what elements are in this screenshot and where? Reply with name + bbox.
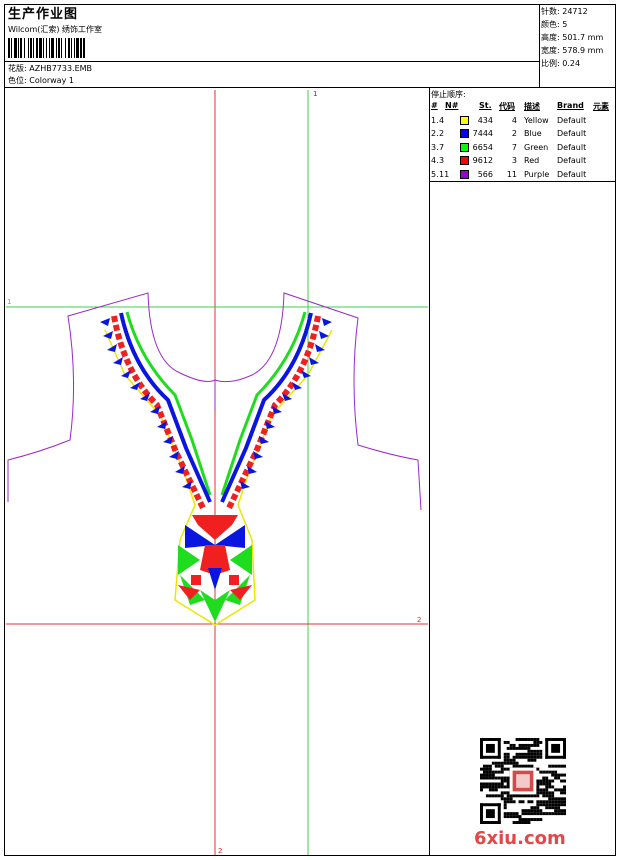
stop-row: 1. 4 434 4 Yellow Default [431,114,616,127]
company-name: Wilcom(汇索) 绣饰工作室 [8,25,103,34]
design-file: 花版: AZHB7733.EMB [8,64,93,73]
stop-description: Green [524,142,549,152]
stop-stitches: 7444 [472,129,493,139]
title-underline [4,61,539,62]
stop-brand: Default [557,156,587,166]
col-stitches: St. [479,101,492,110]
outline-yellow [104,329,333,626]
stop-description: Red [524,156,540,166]
stop-description: Purple [524,169,550,179]
stop-stitches: 434 [477,116,493,125]
col-desc: 描述 [524,102,540,111]
guide-label-right: 2 [417,616,421,624]
col-code: 代码 [499,102,515,111]
page-title: 生产作业图 [8,7,79,22]
stop-code: 11 [506,169,517,179]
stop-code: 3 [511,156,517,166]
barcode [8,38,85,58]
stop-code: 7 [511,142,517,152]
color-swatch [460,142,469,152]
stop-row: 5. 11 566 11 Purple Default [431,168,616,181]
stop-code: 4 [511,116,517,125]
stop-row: 2. 2 7444 2 Blue Default [431,127,616,140]
design-canvas: 1 1 2 2 [6,90,428,855]
watermark: 6xiu.com [474,828,566,849]
stop-brand: Default [557,129,587,139]
colorway: 色位: Colorway 1 [8,76,74,85]
stop-brand: Default [557,169,587,179]
stop-description: Blue [524,129,542,139]
color-swatch [460,129,469,139]
stop-needle: 2 [439,129,445,139]
design-height: 高度: 501.7 mm [541,33,604,42]
stops-bottom-divider [429,181,616,182]
color-swatch [460,116,469,125]
stop-stitches: 9612 [472,156,493,166]
stop-index: 3. [431,142,439,152]
stop-row: 4. 3 9612 3 Red Default [431,154,616,167]
info-divider [539,4,540,88]
stop-table-header: # N# St. 代码 描述 Brand 元素 [431,101,616,113]
col-needle: N# [445,101,459,110]
stop-sequence-title: 停止顺序: [431,90,466,99]
stop-index: 2. [431,129,439,139]
stop-row: 3. 7 6654 7 Green Default [431,141,616,154]
stop-description: Yellow [524,116,549,125]
stop-needle: 3 [439,156,445,166]
col-element: 元素 [593,102,609,111]
stop-brand: Default [557,142,587,152]
guide-label-bottom: 2 [218,847,222,855]
band-blue-right [220,312,313,503]
stitch-count: 针数: 24712 [541,7,588,16]
stop-code: 2 [511,129,517,139]
design-scale: 比例: 0.24 [541,59,581,68]
stop-index: 1. [431,116,439,125]
stop-stitches: 566 [477,169,493,179]
pendant [178,515,252,622]
color-swatch [460,156,469,166]
qr-code [480,738,566,824]
col-index: # [431,101,438,110]
design-width: 宽度: 578.9 mm [541,46,604,55]
stop-brand: Default [557,116,587,125]
stop-needle: 11 [439,169,450,179]
guide-label-top: 1 [313,90,317,98]
color-count: 颜色: 5 [541,20,568,29]
stop-index: 4. [431,156,439,166]
stop-needle: 4 [439,116,445,125]
col-brand: Brand [557,101,584,110]
color-swatch [460,169,469,179]
guide-label-left: 1 [7,298,11,306]
band-blue-left [119,312,212,503]
design-info: 针数: 24712 颜色: 5 高度: 501.7 mm 宽度: 578.9 m… [541,5,603,70]
stop-index: 5. [431,169,439,179]
panel-divider [429,87,430,856]
stop-stitches: 6654 [472,142,493,152]
stop-needle: 7 [439,142,445,152]
